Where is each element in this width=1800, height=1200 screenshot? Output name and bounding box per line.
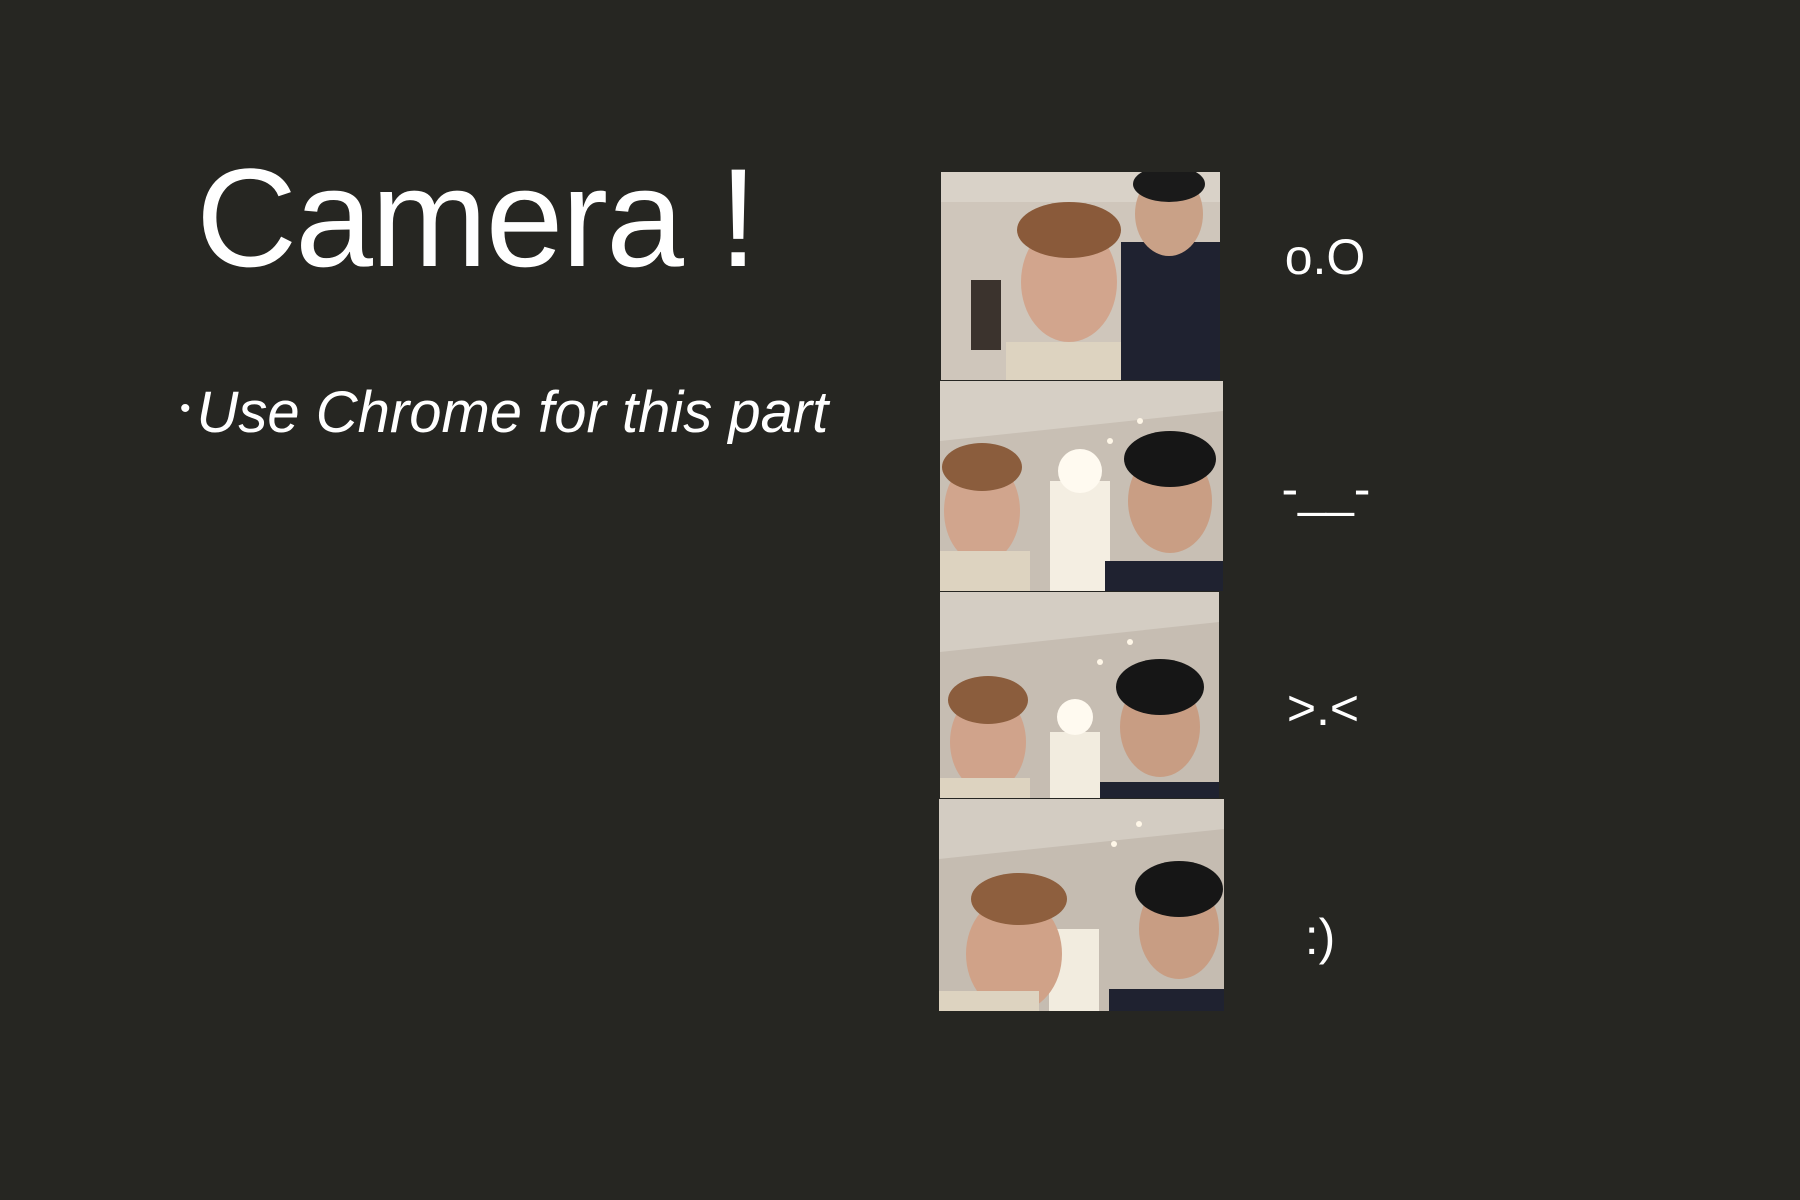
presentation-slide: Camera ! •Use Chrome for this part o.O bbox=[0, 0, 1800, 1200]
emoticon-unimpressed: -__- bbox=[1281, 461, 1371, 517]
slide-title: Camera ! bbox=[196, 139, 758, 296]
webcam-photo-1-image bbox=[941, 172, 1220, 380]
webcam-photo-3-image bbox=[940, 592, 1219, 798]
webcam-photo-4-image bbox=[939, 799, 1224, 1011]
emoticon-surprised: o.O bbox=[1284, 229, 1366, 285]
webcam-photo-2 bbox=[940, 381, 1223, 591]
emoticon-wincing: >.< bbox=[1286, 680, 1360, 736]
webcam-photo-2-image bbox=[940, 381, 1223, 591]
webcam-photo-3 bbox=[940, 592, 1219, 798]
bullet-marker: • bbox=[180, 392, 191, 425]
emoticon-smile: :) bbox=[1304, 909, 1336, 965]
webcam-photo-1 bbox=[941, 172, 1220, 380]
webcam-photo-4 bbox=[939, 799, 1224, 1011]
bullet-text: Use Chrome for this part bbox=[196, 380, 829, 445]
bullet-item: • Use Chrome for this part bbox=[180, 384, 828, 442]
